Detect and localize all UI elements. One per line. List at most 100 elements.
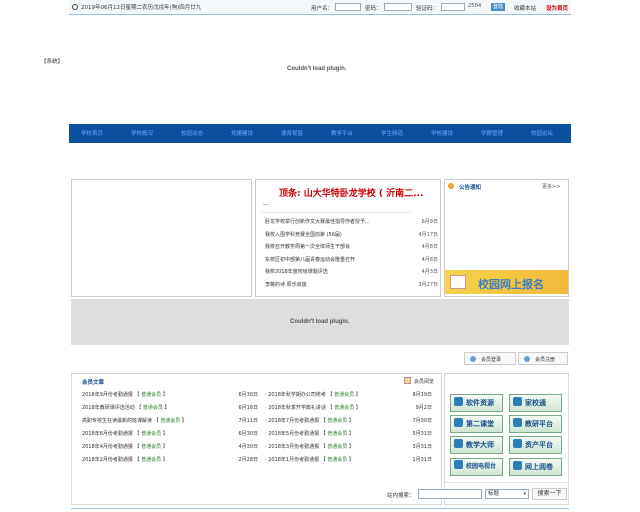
- quicklink-teacher[interactable]: 教学大师: [450, 436, 503, 454]
- captcha-label: 验证码：: [416, 6, 439, 12]
- quicklink-home-school[interactable]: 家校通: [509, 394, 562, 412]
- quicklink-asset[interactable]: 资产平台: [509, 436, 562, 454]
- divider: [445, 482, 568, 483]
- quicklink-exam[interactable]: 网上阅卷: [509, 458, 562, 476]
- nav-item-home[interactable]: 学校首页: [81, 129, 103, 137]
- divider: [263, 204, 268, 205]
- news-item[interactable]: 我校召开教学周第一次全体师生干部会: [265, 243, 350, 250]
- news-date: 4月17日: [418, 232, 438, 238]
- nav-item-moral[interactable]: 德育视窗: [281, 129, 303, 137]
- article-item[interactable]: · 2018年5月份考勤通报 【 普通会员 】: [265, 430, 354, 437]
- article-date: 6月16日: [238, 405, 258, 411]
- password-label: 密码：: [365, 6, 382, 12]
- captcha-code: 2504: [468, 3, 482, 9]
- password-input[interactable]: [384, 3, 412, 11]
- set-homepage-link[interactable]: 设为首页: [546, 4, 568, 12]
- middle-plugin-message: Couldn't load plugin.: [290, 319, 350, 325]
- quicklinks-panel: 软件资源 家校通 第二课堂 教研平台 教学大师 资产平台 校园电视台 网上阅卷: [444, 373, 569, 505]
- top-bar: 2019年06月12日星期二农历戊戌年(狗)四月廿九 用户名： 密码： 验证码：…: [69, 0, 571, 15]
- news-headline[interactable]: 顶条: 山大华特卧龙学校 ( 沂南二...: [279, 186, 423, 199]
- user-add-icon: [524, 356, 530, 362]
- main-nav: 学校首页 学校概况 校园动态 党建建设 德育视窗 教学平台 学生频道 学校建设 …: [69, 124, 571, 143]
- articles-title: 会员文章: [82, 380, 105, 386]
- favorite-link[interactable]: 收藏本站: [514, 4, 536, 12]
- nav-item-students[interactable]: 学生频道: [381, 129, 403, 137]
- articles-more-link[interactable]: 会员阅览: [414, 378, 434, 385]
- quicklink-software[interactable]: 软件资源: [450, 394, 503, 412]
- software-icon: [454, 397, 463, 406]
- article-date: 6月30日: [238, 431, 258, 437]
- article-item[interactable]: · 2018年秋季开学典礼讲话 【 普通会员 】: [265, 404, 361, 411]
- news-item[interactable]: 东校区初中部第八届青春运动会隆重召开: [265, 256, 355, 263]
- quicklink-research[interactable]: 教研平台: [509, 415, 562, 433]
- chevron-down-icon: ▾: [523, 491, 526, 497]
- news-item[interactable]: 卧龙学校举行创新作文大赛最佳指导作者授予...: [265, 218, 370, 225]
- article-item[interactable]: · 2018年秋学期办公司统考 【 普通会员 】: [265, 391, 361, 398]
- article-item[interactable]: 2018年6月份考勤通报 【 普通会员 】: [82, 430, 168, 437]
- member-login-button[interactable]: 会员登录: [464, 352, 516, 365]
- news-item[interactable]: 我校入围学科竞赛全国前茅 (56届): [265, 231, 342, 238]
- news-date: 4月8日: [421, 257, 438, 263]
- article-item[interactable]: 2018年4月份考勤通报 【 普通会员 】: [82, 443, 168, 450]
- article-date: 2月28日: [238, 457, 258, 463]
- captcha-input[interactable]: [441, 3, 465, 11]
- article-item[interactable]: 2018年9月份考勤通报 【 普通会员 】: [82, 391, 168, 398]
- nav-item-news[interactable]: 校园动态: [181, 129, 203, 137]
- search-input[interactable]: [418, 489, 482, 499]
- news-item[interactable]: 我校2018年度校级课题评选: [265, 268, 328, 275]
- article-date: 6月30日: [238, 392, 258, 398]
- clock-icon: [72, 4, 78, 10]
- asset-icon: [513, 439, 522, 448]
- article-date: 3月31日: [412, 444, 432, 450]
- article-item[interactable]: 高职专校生在读最新的班课解读 【 普通会员 】: [82, 417, 187, 424]
- member-register-button[interactable]: 会员注册: [518, 352, 568, 365]
- article-date: 5月31日: [412, 431, 432, 437]
- home-school-icon: [513, 397, 522, 406]
- nav-item-teaching[interactable]: 教学平台: [331, 129, 353, 137]
- article-item[interactable]: · 2018年1月份考勤通报 【 普通会员 】: [265, 456, 354, 463]
- nav-item-party[interactable]: 党建建设: [231, 129, 253, 137]
- banner-text: 校园网上报名: [478, 278, 544, 291]
- notice-icon: [448, 183, 454, 189]
- news-panel: 顶条: 山大华特卧龙学校 ( 沂南二... 卧龙学校举行创新作文大赛最佳指导作者…: [255, 179, 441, 297]
- user-icon: [470, 356, 476, 362]
- middle-plugin-area: Couldn't load plugin.: [71, 299, 569, 345]
- search-button[interactable]: 搜索一下: [532, 488, 567, 500]
- nav-item-construction[interactable]: 学校建设: [431, 129, 453, 137]
- news-item[interactable]: 李薇的诗 原乐启旋: [265, 281, 307, 288]
- article-item[interactable]: · 2018年7月份考勤通报 【 普通会员 】: [265, 417, 354, 424]
- notice-panel: 公告通知 更多>> 校园网上报名: [444, 179, 569, 297]
- news-date: 4月8日: [421, 244, 438, 250]
- registration-form-icon: [450, 275, 466, 289]
- article-date: 7月30日: [412, 418, 432, 424]
- article-date: 7月11日: [238, 418, 258, 424]
- quicklink-tv[interactable]: 校园电视台: [450, 458, 503, 476]
- article-item[interactable]: 2018年教研课评选活动 【 普通会员 】: [82, 404, 170, 411]
- articles-panel: 会员文章 会员阅览 2018年9月份考勤通报 【 普通会员 】 6月30日 20…: [71, 373, 442, 505]
- header-plugin-message: Couldn't load plugin.: [287, 66, 347, 72]
- photo-slideshow[interactable]: [71, 179, 252, 297]
- news-date: 4月3日: [421, 269, 438, 275]
- nav-item-forum[interactable]: 校园论坛: [531, 129, 553, 137]
- system-link[interactable]: 【系统】: [41, 57, 63, 65]
- article-date: 9月2日: [415, 405, 432, 411]
- article-item[interactable]: · 2018年3月份考勤通报 【 普通会员 】: [265, 443, 354, 450]
- nav-item-records[interactable]: 学籍管理: [481, 129, 503, 137]
- classroom-icon: [454, 418, 463, 427]
- article-date: 8月19日: [412, 392, 432, 398]
- online-registration-banner[interactable]: 校园网上报名: [445, 270, 568, 294]
- news-date: 3月27日: [418, 282, 438, 288]
- username-input[interactable]: [335, 3, 361, 11]
- teacher-icon: [454, 439, 463, 448]
- notice-more-link[interactable]: 更多>>: [542, 183, 560, 190]
- article-item[interactable]: 2018年2月份考勤通报 【 普通会员 】: [82, 456, 168, 463]
- search-field-select[interactable]: 标题 ▾: [485, 489, 529, 499]
- login-button[interactable]: 登陆: [491, 3, 506, 11]
- username-label: 用户名：: [311, 6, 334, 12]
- research-icon: [513, 418, 522, 427]
- search-label: 站内搜索：: [387, 493, 415, 499]
- article-date: 1月31日: [412, 457, 432, 463]
- nav-item-overview[interactable]: 学校概况: [131, 129, 153, 137]
- quicklink-classroom[interactable]: 第二课堂: [450, 415, 503, 433]
- news-date: 6月9日: [421, 219, 438, 225]
